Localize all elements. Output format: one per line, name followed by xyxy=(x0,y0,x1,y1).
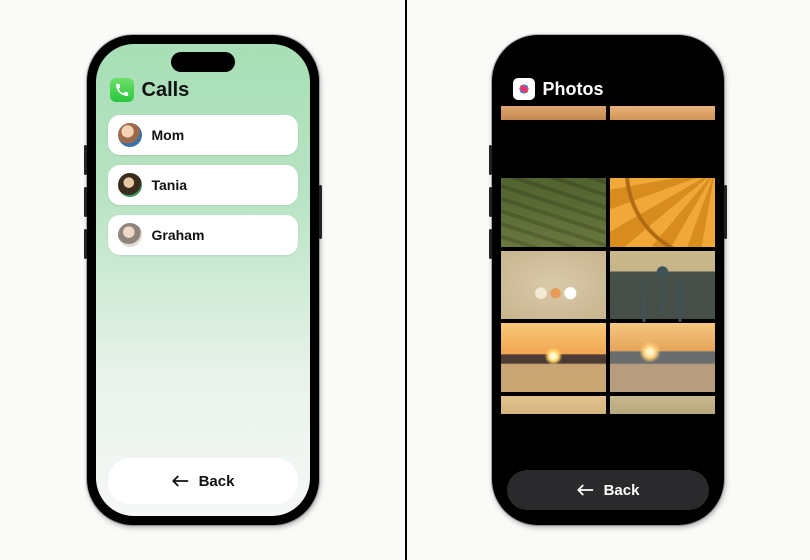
photo-thumb[interactable] xyxy=(501,178,606,246)
contact-card-graham[interactable]: Graham xyxy=(108,215,298,255)
calls-app: Calls Mom Tania Graham xyxy=(96,44,310,516)
avatar-graham xyxy=(118,223,142,247)
photos-title: Photos xyxy=(543,79,604,100)
panel-divider xyxy=(405,0,407,560)
photos-app-icon xyxy=(513,78,535,100)
back-button[interactable]: Back xyxy=(507,470,709,510)
back-button[interactable]: Back xyxy=(108,458,298,504)
screen-left: Calls Mom Tania Graham xyxy=(96,44,310,516)
avatar-tania xyxy=(118,173,142,197)
contact-card-tania[interactable]: Tania xyxy=(108,165,298,205)
screen-right: Photos xyxy=(501,44,715,516)
arrow-left-icon xyxy=(171,474,189,488)
photo-thumb[interactable] xyxy=(610,106,715,120)
photo-thumb[interactable] xyxy=(610,396,715,414)
contact-name: Graham xyxy=(152,227,205,243)
photo-thumb[interactable] xyxy=(610,323,715,391)
photo-thumb[interactable] xyxy=(501,323,606,391)
back-label: Back xyxy=(199,473,235,490)
photos-app: Photos xyxy=(501,44,715,516)
photos-header: Photos xyxy=(501,78,715,106)
iphone-device-left: Calls Mom Tania Graham xyxy=(87,35,319,525)
photo-thumb[interactable] xyxy=(501,251,606,319)
photo-thumb[interactable] xyxy=(610,251,715,319)
calls-title: Calls xyxy=(142,79,190,102)
spacer xyxy=(106,260,300,458)
phone-app-icon xyxy=(110,78,134,102)
dynamic-island xyxy=(171,52,235,72)
calls-header: Calls xyxy=(106,78,300,110)
contact-name: Mom xyxy=(152,127,185,143)
photo-thumb[interactable] xyxy=(610,178,715,246)
photo-thumb[interactable] xyxy=(501,106,606,120)
avatar-mom xyxy=(118,123,142,147)
contact-card-mom[interactable]: Mom xyxy=(108,115,298,155)
photo-thumb[interactable] xyxy=(501,396,606,414)
dynamic-island xyxy=(576,52,640,72)
photos-grid xyxy=(501,106,715,464)
iphone-device-right: Photos xyxy=(492,35,724,525)
back-label: Back xyxy=(604,482,640,499)
photos-flower-icon xyxy=(516,81,532,97)
arrow-left-icon xyxy=(576,483,594,497)
phone-icon xyxy=(115,83,129,97)
contact-name: Tania xyxy=(152,177,188,193)
